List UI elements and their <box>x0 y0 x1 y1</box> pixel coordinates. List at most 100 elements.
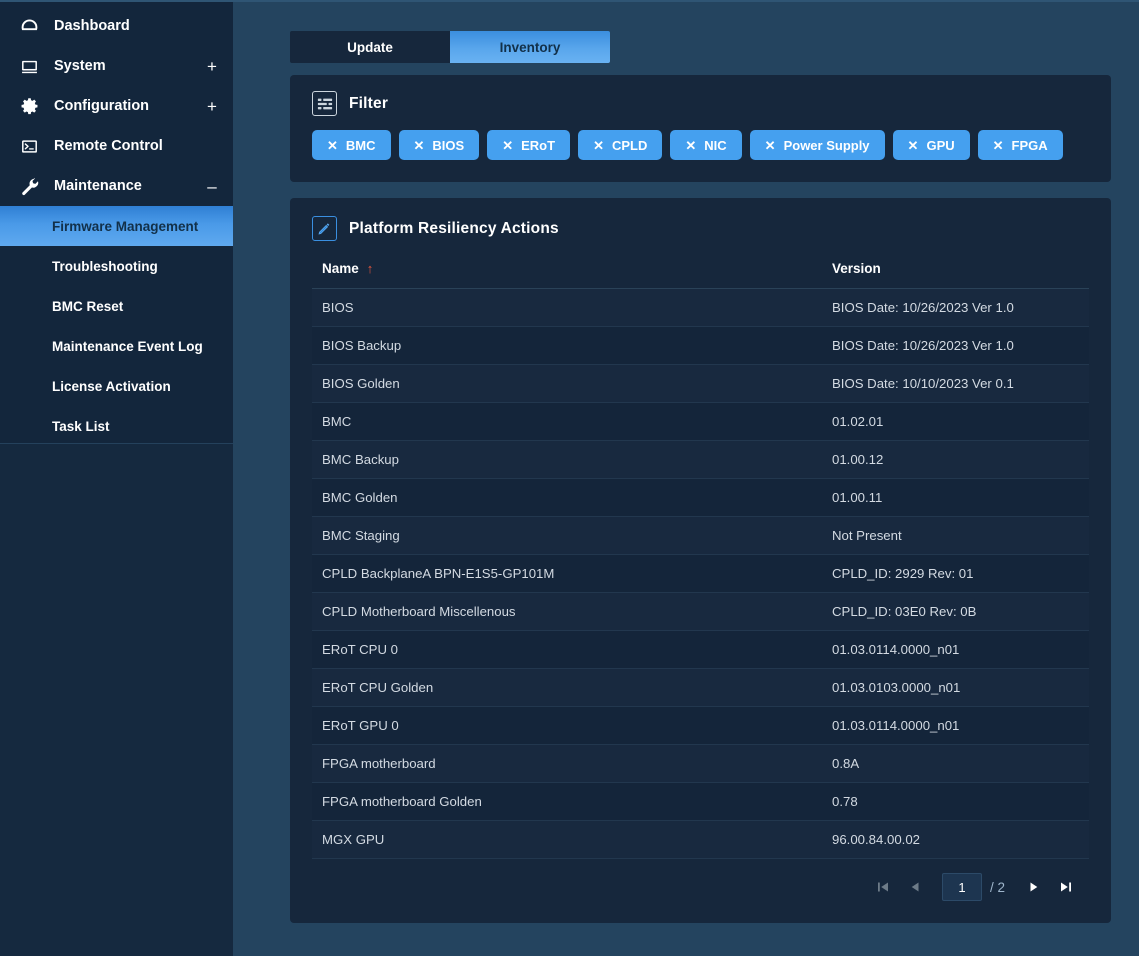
table-row[interactable]: FPGA motherboard 0.8A <box>312 745 1089 783</box>
cell-version: 0.78 <box>822 783 1089 821</box>
filter-chip-bmc[interactable]: ✕ BMC <box>312 130 391 160</box>
cell-version: CPLD_ID: 03E0 Rev: 0B <box>822 593 1089 631</box>
terminal-icon <box>16 135 42 157</box>
cell-name: ERoT CPU 0 <box>312 631 822 669</box>
filter-chip-cpld[interactable]: ✕ CPLD <box>578 130 662 160</box>
table-row[interactable]: BMC Golden 01.00.11 <box>312 479 1089 517</box>
filter-chip-label: Power Supply <box>784 138 870 153</box>
filter-panel: Filter ✕ BMC ✕ BIOS ✕ ERoT ✕ CPLD <box>290 75 1111 182</box>
sidebar-item-task-list[interactable]: Task List <box>0 406 233 446</box>
platform-resiliency-actions-panel: Platform Resiliency Actions Name ↑ Versio… <box>290 198 1111 923</box>
close-icon[interactable]: ✕ <box>765 139 776 152</box>
column-header-label: Version <box>832 261 881 276</box>
filter-chip-erot[interactable]: ✕ ERoT <box>487 130 570 160</box>
sidebar-submenu-maintenance: Firmware Management Troubleshooting BMC … <box>0 206 233 446</box>
gear-icon <box>16 95 42 117</box>
table-row[interactable]: BMC Backup 01.00.12 <box>312 441 1089 479</box>
last-page-button[interactable] <box>1051 873 1081 901</box>
table-row[interactable]: BMC 01.02.01 <box>312 403 1089 441</box>
sidebar-subitem-label: Task List <box>52 419 110 434</box>
close-icon[interactable]: ✕ <box>685 139 696 152</box>
filter-sliders-icon <box>312 91 337 116</box>
close-icon[interactable]: ✕ <box>414 139 425 152</box>
table-row[interactable]: BIOS Golden BIOS Date: 10/10/2023 Ver 0.… <box>312 365 1089 403</box>
column-header-name[interactable]: Name ↑ <box>312 255 822 289</box>
table-row[interactable]: CPLD BackplaneA BPN-E1S5-GP101M CPLD_ID:… <box>312 555 1089 593</box>
cell-version: 01.00.12 <box>822 441 1089 479</box>
filter-chip-fpga[interactable]: ✕ FPGA <box>978 130 1063 160</box>
column-header-label: Name <box>322 261 359 276</box>
filter-panel-title: Filter <box>349 95 388 113</box>
table-row[interactable]: FPGA motherboard Golden 0.78 <box>312 783 1089 821</box>
sidebar-subitem-label: License Activation <box>52 379 171 394</box>
sidebar-item-remote-control[interactable]: Remote Control <box>0 126 233 166</box>
sidebar-item-label: Configuration <box>54 98 205 114</box>
pencil-edit-icon <box>312 216 337 241</box>
gauge-icon <box>16 15 42 37</box>
main-content: Update Inventory Filte <box>233 0 1139 956</box>
expand-indicator[interactable]: + <box>205 58 219 75</box>
table-header-row: Name ↑ Version <box>312 255 1089 289</box>
filter-chip-label: BIOS <box>432 138 464 153</box>
next-page-button[interactable] <box>1019 873 1049 901</box>
tab-inventory[interactable]: Inventory <box>450 31 610 63</box>
table-row[interactable]: BMC Staging Not Present <box>312 517 1089 555</box>
close-icon[interactable]: ✕ <box>327 139 338 152</box>
filter-chip-label: CPLD <box>612 138 647 153</box>
cell-name: BIOS Golden <box>312 365 822 403</box>
filter-chip-label: ERoT <box>521 138 555 153</box>
filter-chip-bios[interactable]: ✕ BIOS <box>399 130 480 160</box>
filter-chip-nic[interactable]: ✕ NIC <box>670 130 741 160</box>
sidebar-item-dashboard[interactable]: Dashboard <box>0 6 233 46</box>
filter-chip-label: BMC <box>346 138 376 153</box>
cell-name: BMC Golden <box>312 479 822 517</box>
sidebar-item-label: Remote Control <box>54 138 205 154</box>
sidebar-item-system[interactable]: System + <box>0 46 233 86</box>
previous-page-button[interactable] <box>900 873 930 901</box>
filter-chip-label: FPGA <box>1012 138 1048 153</box>
table-row[interactable]: BIOS Backup BIOS Date: 10/26/2023 Ver 1.… <box>312 327 1089 365</box>
collapse-indicator[interactable]: – <box>205 178 219 195</box>
monitor-icon <box>16 55 42 77</box>
filter-chip-gpu[interactable]: ✕ GPU <box>893 130 970 160</box>
tab-label: Update <box>347 40 393 55</box>
sort-ascending-icon[interactable]: ↑ <box>367 261 374 276</box>
tab-update[interactable]: Update <box>290 31 450 63</box>
filter-panel-header: Filter <box>312 91 1089 116</box>
sidebar-subitem-label: Firmware Management <box>52 219 198 234</box>
close-icon[interactable]: ✕ <box>908 139 919 152</box>
sidebar-item-label: Maintenance <box>54 178 205 194</box>
first-page-button[interactable] <box>868 873 898 901</box>
column-header-version[interactable]: Version <box>822 255 1089 289</box>
close-icon[interactable]: ✕ <box>593 139 604 152</box>
cell-version: 0.8A <box>822 745 1089 783</box>
close-icon[interactable]: ✕ <box>502 139 513 152</box>
filter-chip-list: ✕ BMC ✕ BIOS ✕ ERoT ✕ CPLD ✕ NIC <box>312 130 1089 160</box>
sidebar-item-firmware-management[interactable]: Firmware Management <box>0 206 233 246</box>
table-row[interactable]: ERoT CPU 0 01.03.0114.0000_n01 <box>312 631 1089 669</box>
cell-name: BIOS Backup <box>312 327 822 365</box>
table-row[interactable]: BIOS BIOS Date: 10/26/2023 Ver 1.0 <box>312 289 1089 327</box>
sidebar-item-bmc-reset[interactable]: BMC Reset <box>0 286 233 326</box>
expand-indicator[interactable]: + <box>205 98 219 115</box>
table-row[interactable]: CPLD Motherboard Miscellenous CPLD_ID: 0… <box>312 593 1089 631</box>
total-pages-label: / 2 <box>990 880 1005 895</box>
cell-version: BIOS Date: 10/10/2023 Ver 0.1 <box>822 365 1089 403</box>
table-panel-header: Platform Resiliency Actions <box>312 216 1089 241</box>
sidebar-item-troubleshooting[interactable]: Troubleshooting <box>0 246 233 286</box>
sidebar-item-license-activation[interactable]: License Activation <box>0 366 233 406</box>
inventory-table: Name ↑ Version BIOS BIOS Date: 10/26/2023… <box>312 255 1089 859</box>
filter-chip-power-supply[interactable]: ✕ Power Supply <box>750 130 885 160</box>
tab-label: Inventory <box>500 40 561 55</box>
cell-version: 01.03.0114.0000_n01 <box>822 707 1089 745</box>
sidebar-item-configuration[interactable]: Configuration + <box>0 86 233 126</box>
page-number-input[interactable] <box>942 873 982 901</box>
table-row[interactable]: ERoT CPU Golden 01.03.0103.0000_n01 <box>312 669 1089 707</box>
sidebar-item-maintenance-event-log[interactable]: Maintenance Event Log <box>0 326 233 366</box>
table-row[interactable]: ERoT GPU 0 01.03.0114.0000_n01 <box>312 707 1089 745</box>
sidebar-item-maintenance[interactable]: Maintenance – <box>0 166 233 206</box>
close-icon[interactable]: ✕ <box>993 139 1004 152</box>
sidebar: Dashboard System + Configuration + <box>0 0 233 956</box>
table-row[interactable]: MGX GPU 96.00.84.00.02 <box>312 821 1089 859</box>
table-head: Name ↑ Version <box>312 255 1089 289</box>
